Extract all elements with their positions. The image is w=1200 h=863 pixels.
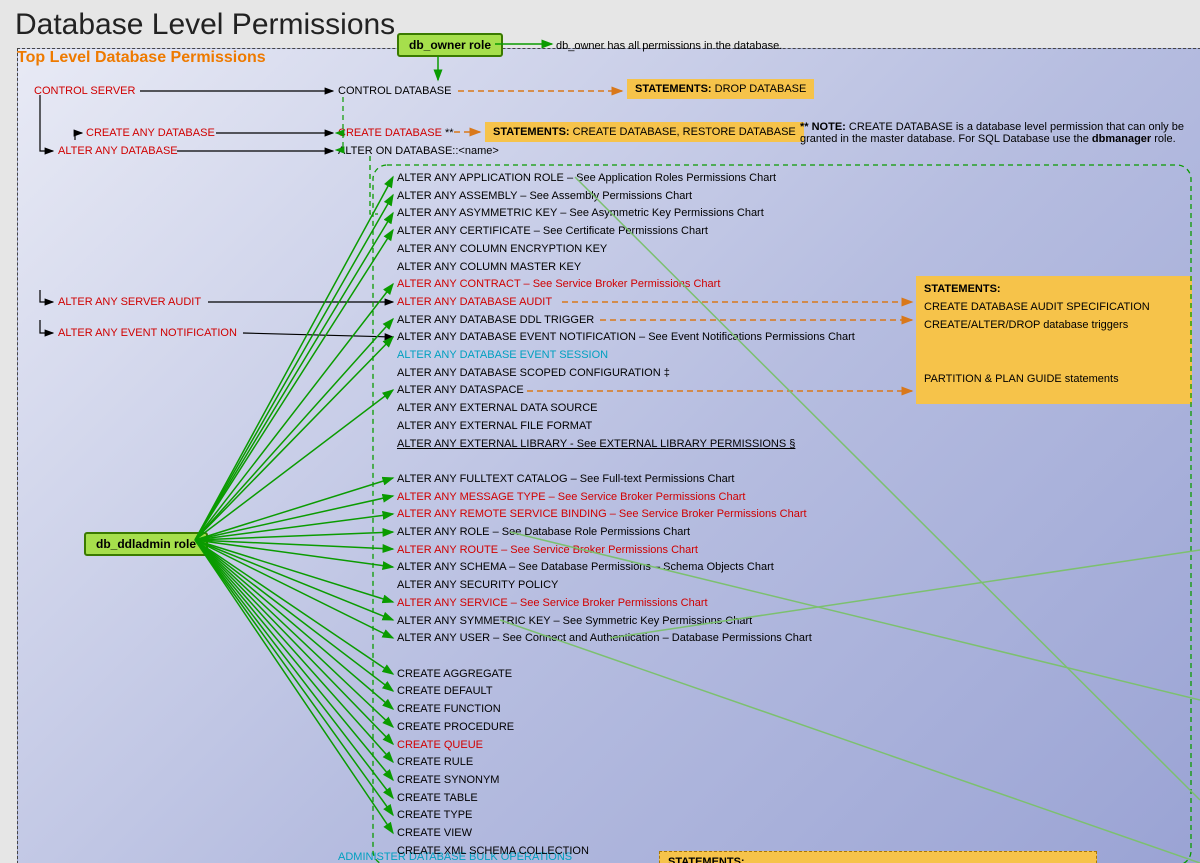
statement-label: STATEMENTS: <box>635 83 712 95</box>
perm-alter-on-database: ALTER ON DATABASE::<name> <box>338 145 499 157</box>
statement-label: STATEMENTS: <box>493 126 570 138</box>
permission-item: ALTER ANY EXTERNAL DATA SOURCE <box>397 400 855 418</box>
perm-create-database-text: CREATE DATABASE <box>338 127 442 139</box>
perm-alter-any-database: ALTER ANY DATABASE <box>58 145 178 157</box>
perm-control-server: CONTROL SERVER <box>34 85 135 97</box>
statement-text: PARTITION & PLAN GUIDE statements <box>924 373 1119 385</box>
permission-item: ALTER ANY USER – See Connect and Authent… <box>397 630 855 648</box>
permission-item: ALTER ANY ROUTE – See Service Broker Per… <box>397 542 855 560</box>
permission-item: ALTER ANY APPLICATION ROLE – See Applica… <box>397 170 855 188</box>
statement-text: CREATE/ALTER/DROP database triggers <box>924 319 1128 331</box>
permission-item: ALTER ANY FULLTEXT CATALOG – See Full-te… <box>397 471 855 489</box>
permission-item: ALTER ANY SYMMETRIC KEY – See Symmetric … <box>397 613 855 631</box>
note-create-database: ** NOTE: CREATE DATABASE is a database l… <box>800 121 1188 145</box>
permission-item: ALTER ANY SCHEMA – See Database Permissi… <box>397 559 855 577</box>
permission-item: ALTER ANY DATABASE DDL TRIGGER <box>397 312 855 330</box>
statement-text: CREATE DATABASE AUDIT SPECIFICATION <box>924 301 1150 313</box>
perm-footnote-marker: ** <box>442 127 454 139</box>
permission-item: ALTER ANY DATABASE EVENT NOTIFICATION – … <box>397 329 855 347</box>
permission-item: CREATE RULE <box>397 754 855 772</box>
permission-item: ALTER ANY SECURITY POLICY <box>397 577 855 595</box>
statement-text: DROP DATABASE <box>712 83 807 95</box>
perm-alter-any-server-audit: ALTER ANY SERVER AUDIT <box>58 296 201 308</box>
permission-item: CREATE AGGREGATE <box>397 666 855 684</box>
db-ddladmin-role-badge: db_ddladmin role <box>84 532 208 556</box>
section-heading: Top Level Database Permissions <box>17 49 266 67</box>
permission-item: ALTER ANY CERTIFICATE – See Certificate … <box>397 223 855 241</box>
permission-item: ALTER ANY COLUMN MASTER KEY <box>397 259 855 277</box>
statement-text: CREATE DATABASE, RESTORE DATABASE <box>570 126 796 138</box>
permission-item: ALTER ANY DATABASE AUDIT <box>397 294 855 312</box>
permission-item: CREATE PROCEDURE <box>397 719 855 737</box>
permission-item: CREATE VIEW <box>397 825 855 843</box>
permission-item: CREATE TABLE <box>397 790 855 808</box>
db-owner-role-badge: db_owner role <box>397 33 503 57</box>
permission-item: ALTER ANY DATABASE SCOPED CONFIGURATION … <box>397 365 855 383</box>
permission-item: ALTER ANY DATABASE EVENT SESSION <box>397 347 855 365</box>
permission-item <box>397 648 855 666</box>
note-tail: role. <box>1151 133 1175 145</box>
permission-item: ALTER ANY DATASPACE <box>397 382 855 400</box>
note-dbmanager: dbmanager <box>1092 133 1151 145</box>
statement-create-database: STATEMENTS: CREATE DATABASE, RESTORE DAT… <box>485 122 804 142</box>
permission-item: ALTER ANY EXTERNAL LIBRARY - See EXTERNA… <box>397 436 855 454</box>
statement-box-right: STATEMENTS: CREATE DATABASE AUDIT SPECIF… <box>916 276 1192 404</box>
page-title: Database Level Permissions <box>15 8 395 42</box>
permission-item: ALTER ANY ROLE – See Database Role Permi… <box>397 524 855 542</box>
permission-item: ALTER ANY REMOTE SERVICE BINDING – See S… <box>397 506 855 524</box>
permission-item <box>397 453 855 471</box>
permission-item: CREATE TYPE <box>397 807 855 825</box>
permission-item: ALTER ANY ASSEMBLY – See Assembly Permis… <box>397 188 855 206</box>
permission-item: CREATE DEFAULT <box>397 683 855 701</box>
statement-label: STATEMENTS: <box>924 283 1001 295</box>
permission-item: ALTER ANY SERVICE – See Service Broker P… <box>397 595 855 613</box>
permission-item: ALTER ANY MESSAGE TYPE – See Service Bro… <box>397 489 855 507</box>
permission-item: ALTER ANY COLUMN ENCRYPTION KEY <box>397 241 855 259</box>
perm-create-any-database: CREATE ANY DATABASE <box>86 127 215 139</box>
perm-create-database: CREATE DATABASE ** <box>338 127 454 139</box>
permission-item: CREATE SYNONYM <box>397 772 855 790</box>
perm-control-database: CONTROL DATABASE <box>338 85 451 97</box>
permission-item: CREATE FUNCTION <box>397 701 855 719</box>
db-owner-description: db_owner has all permissions in the data… <box>556 40 782 52</box>
permission-item: ALTER ANY ASYMMETRIC KEY – See Asymmetri… <box>397 205 855 223</box>
permission-item: ALTER ANY CONTRACT – See Service Broker … <box>397 276 855 294</box>
perm-alter-any-event-notification: ALTER ANY EVENT NOTIFICATION <box>58 327 237 339</box>
permission-item: ALTER ANY EXTERNAL FILE FORMAT <box>397 418 855 436</box>
permission-item: CREATE XML SCHEMA COLLECTION <box>397 843 855 861</box>
note-label: ** NOTE: <box>800 121 846 133</box>
statement-drop-database: STATEMENTS: DROP DATABASE <box>627 79 814 99</box>
permission-item: CREATE QUEUE <box>397 737 855 755</box>
permission-list: ALTER ANY APPLICATION ROLE – See Applica… <box>397 170 855 860</box>
